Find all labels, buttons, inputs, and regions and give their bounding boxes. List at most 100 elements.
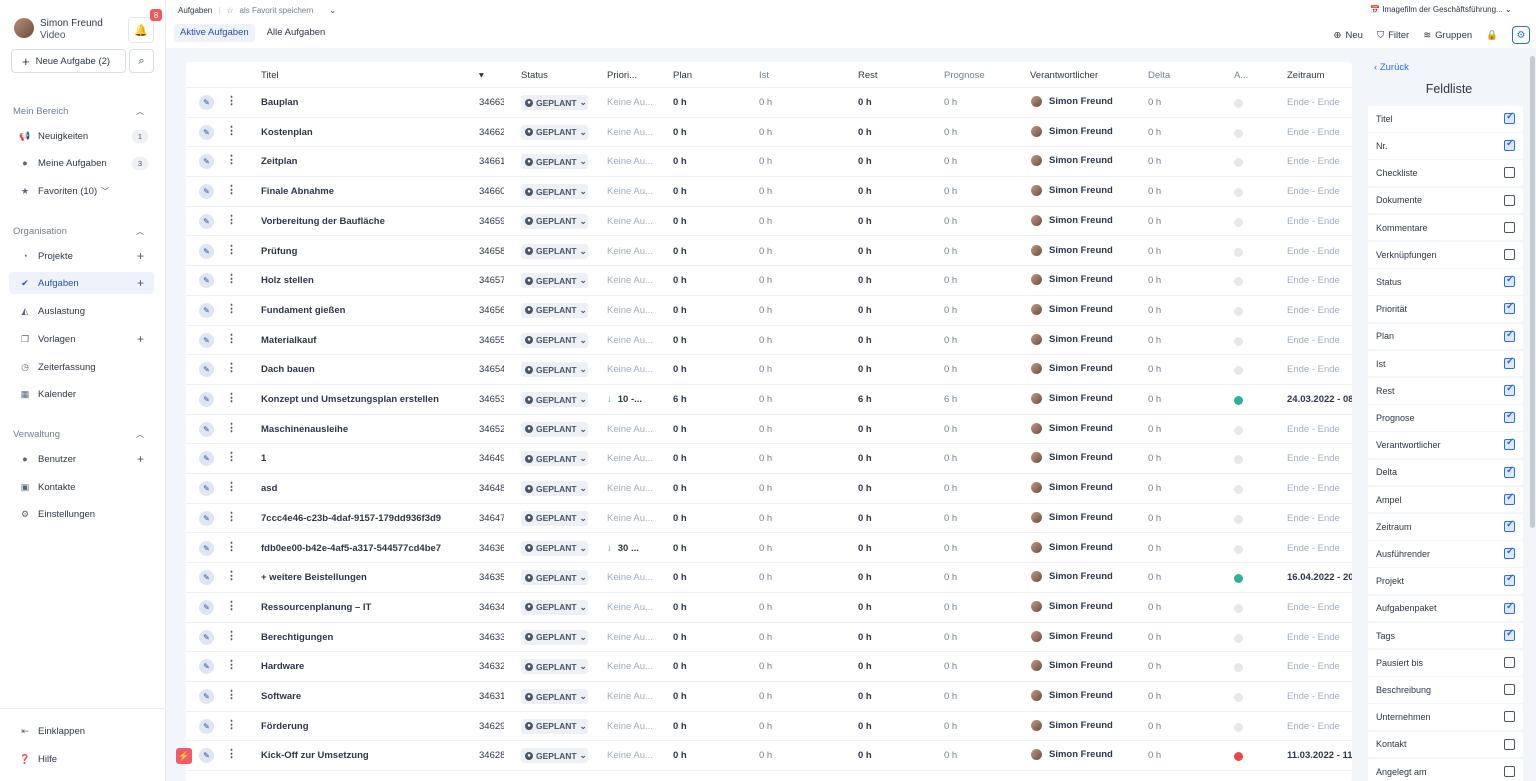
status-dropdown[interactable]: ● GEPLANT ⌄ [521, 570, 588, 586]
field-checkbox[interactable] [1504, 301, 1515, 315]
edit-icon[interactable]: ✎ [199, 510, 214, 526]
responsible-cell[interactable]: Simon Freund [1031, 600, 1113, 612]
more-menu-icon[interactable]: ⋮ [226, 688, 237, 701]
timeframe-value[interactable]: Ende - Ende [1287, 335, 1352, 346]
column-header-delta[interactable]: Delta [1148, 70, 1170, 81]
field-checkbox[interactable] [1504, 573, 1515, 587]
field-option[interactable]: Projekt [1368, 568, 1523, 594]
column-header-priority[interactable]: Priori... [607, 70, 637, 81]
timeframe-value[interactable]: 16.04.2022 - 20 [1287, 572, 1352, 583]
tab-alle-aufgaben[interactable]: Alle Aufgaben [261, 24, 332, 42]
more-menu-icon[interactable]: ⋮ [226, 332, 237, 345]
timeframe-value[interactable]: Ende - Ende [1287, 661, 1352, 672]
chevron-down-icon[interactable]: ⌄ [329, 6, 336, 15]
field-option[interactable]: Rest [1368, 378, 1523, 404]
star-outline-icon[interactable]: ☆ [226, 6, 233, 15]
timeframe-value[interactable]: Ende - Ende [1287, 305, 1352, 316]
timeframe-value[interactable]: Ende - Ende [1287, 156, 1352, 167]
priority-cell[interactable]: Keine Au... [607, 572, 659, 583]
more-menu-icon[interactable]: ⋮ [226, 480, 237, 493]
field-option[interactable]: Ausführender [1368, 541, 1523, 567]
field-checkbox[interactable] [1504, 356, 1515, 369]
timeframe-value[interactable]: Ende - Ende [1287, 97, 1352, 108]
table-row[interactable]: ✎ ⋮ asd 34648 ● GEPLANT ⌄ Keine Au... 0 h 0 h 0 h 0… [186, 474, 1352, 504]
responsible-cell[interactable]: Simon Freund [1031, 333, 1113, 345]
responsible-cell[interactable]: Simon Freund [1031, 185, 1113, 196]
status-dropdown[interactable]: ● GEPLANT ⌄ [521, 629, 588, 645]
timeframe-value[interactable]: Ende - Ende [1287, 632, 1352, 643]
timeframe-value[interactable]: Ende - Ende [1287, 424, 1352, 435]
column-header-ist[interactable]: Ist [759, 70, 769, 81]
sidebar-item-aufgaben[interactable]: ✔ Aufgaben + [9, 272, 154, 294]
column-header-ampel[interactable]: A... [1234, 70, 1248, 81]
status-dropdown[interactable]: ● GEPLANT ⌄ [521, 421, 588, 437]
back-button[interactable]: ‹ Zurück [1374, 62, 1409, 73]
responsible-cell[interactable]: Simon Freund [1031, 660, 1113, 671]
task-title[interactable]: Holz stellen [261, 275, 476, 286]
field-option[interactable]: Angelegt am [1368, 758, 1523, 781]
task-title[interactable]: 7ccc4e46-c23b-4daf-9157-179dd936f3d9 [261, 513, 476, 524]
responsible-cell[interactable]: Simon Freund [1031, 719, 1113, 731]
column-header-rest[interactable]: Rest [858, 70, 878, 81]
priority-cell[interactable]: Keine Au... [607, 483, 659, 494]
task-title[interactable]: 1 [261, 453, 476, 464]
more-menu-icon[interactable]: ⋮ [226, 658, 237, 671]
status-dropdown[interactable]: ● GEPLANT ⌄ [521, 154, 588, 170]
field-option[interactable]: Unternehmen [1368, 704, 1523, 730]
more-menu-icon[interactable]: ⋮ [226, 153, 237, 166]
notifications-button[interactable]: 🔔 [128, 17, 154, 43]
new-task-button[interactable]: + Neue Aufgabe (2) [11, 49, 126, 73]
responsible-cell[interactable]: Simon Freund [1031, 749, 1113, 760]
column-header-status[interactable]: Status [521, 70, 548, 81]
sidebar-item-kalender[interactable]: ▦ Kalender [9, 383, 154, 405]
field-checkbox[interactable] [1504, 437, 1515, 451]
edit-icon[interactable]: ✎ [199, 332, 214, 348]
more-menu-icon[interactable]: ⋮ [226, 421, 237, 434]
task-title[interactable]: asd [261, 483, 476, 494]
sidebar-item-neuigkeiten[interactable]: 📢 Neuigkeiten 1 [9, 125, 154, 147]
field-option[interactable]: Prognose [1368, 405, 1523, 431]
priority-cell[interactable]: Keine Au... [607, 453, 659, 464]
add-user-icon[interactable]: + [137, 452, 144, 466]
status-dropdown[interactable]: ● GEPLANT ⌄ [521, 213, 588, 229]
task-title[interactable]: Materialkauf [261, 335, 476, 346]
more-menu-icon[interactable]: ⋮ [226, 94, 237, 107]
timeframe-value[interactable]: Ende - Ende [1287, 513, 1352, 524]
status-dropdown[interactable]: ● GEPLANT ⌄ [521, 481, 588, 497]
field-option[interactable]: Aufgabenpaket [1368, 595, 1523, 622]
status-dropdown[interactable]: ● GEPLANT ⌄ [521, 540, 588, 556]
task-title[interactable]: + weitere Beistellungen [261, 572, 476, 583]
field-option[interactable]: Delta [1368, 459, 1523, 486]
project-selector[interactable]: 📅 Imagefilm der Geschäftsführung... ⌄ [1370, 5, 1512, 14]
table-row[interactable]: ✎ ⋮ Fundament gießen 34656 ● GEPLANT ⌄ Keine Au… [186, 296, 1352, 326]
priority-cell[interactable]: ↓ 30 ... [607, 543, 659, 554]
status-dropdown[interactable]: ● GEPLANT ⌄ [521, 273, 588, 289]
priority-cell[interactable]: Keine Au... [607, 750, 659, 761]
table-row[interactable]: ✎ ⋮ Maschinenausleihe 34652 ● GEPLANT ⌄ Keine A… [186, 415, 1352, 445]
chevron-up-icon[interactable]: ︿ [136, 106, 144, 117]
field-option[interactable]: Zeitraum [1368, 514, 1523, 540]
add-project-icon[interactable]: + [137, 249, 144, 263]
more-menu-icon[interactable]: ⋮ [226, 213, 237, 226]
priority-cell[interactable]: Keine Au... [607, 305, 659, 316]
edit-icon[interactable]: ✎ [199, 718, 214, 734]
sidebar-item-favoriten[interactable]: ★ Favoriten (10) ﹀ [9, 180, 154, 202]
add-task-icon[interactable]: + [137, 276, 144, 290]
field-checkbox[interactable] [1504, 738, 1515, 750]
chevron-up-icon[interactable]: ︿ [136, 226, 144, 237]
more-menu-icon[interactable]: ⋮ [226, 361, 237, 374]
sidebar-item-benutzer[interactable]: ● Benutzer + [9, 448, 154, 470]
field-checkbox[interactable] [1504, 657, 1515, 668]
field-option[interactable]: Titel [1368, 106, 1523, 132]
responsible-cell[interactable]: Simon Freund [1031, 125, 1113, 137]
field-option[interactable]: Checkliste [1368, 160, 1523, 186]
field-option[interactable]: Verknüpfungen [1368, 242, 1523, 268]
more-menu-icon[interactable]: ⋮ [226, 540, 237, 553]
task-title[interactable]: Fundament gießen [261, 305, 476, 316]
sidebar-item-meine-aufgaben[interactable]: ● Meine Aufgaben 3 [9, 152, 154, 174]
groups-button[interactable]: ≋ Gruppen [1423, 30, 1472, 41]
task-title[interactable]: Prüfung [261, 246, 476, 257]
field-option[interactable]: Plan [1368, 323, 1523, 350]
edit-icon[interactable]: ✎ [199, 689, 214, 704]
status-dropdown[interactable]: ● GEPLANT ⌄ [521, 124, 588, 140]
